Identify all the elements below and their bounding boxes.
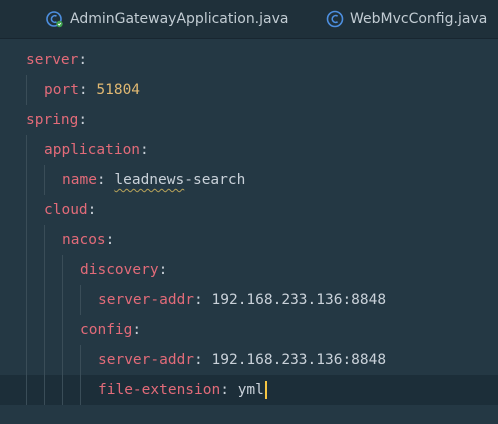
code-line[interactable]: port: 51804 — [44, 75, 140, 105]
yaml-value: 192.168.233.136:8848 — [211, 352, 387, 368]
yaml-value: 51804 — [96, 82, 141, 98]
yaml-key: application — [44, 142, 141, 158]
yaml-key: server-addr — [98, 292, 195, 308]
yaml-key: spring — [26, 112, 79, 128]
tab-label: AdminGatewayApplication.java — [70, 11, 289, 27]
editor-tab-bar: AdminGatewayApplication.java WebMvcConfi… — [0, 0, 498, 39]
code-line[interactable]: server-addr: 192.168.233.136:8848 — [98, 285, 386, 315]
indent-guide — [44, 165, 45, 195]
indent-guide — [80, 345, 81, 405]
yaml-editor[interactable]: server: port: 51804 spring: application:… — [0, 39, 498, 424]
yaml-colon: : — [78, 82, 97, 98]
yaml-value: 192.168.233.136:8848 — [211, 292, 387, 308]
yaml-colon: : — [87, 202, 97, 218]
code-line[interactable]: server: — [26, 45, 87, 75]
tab-web-mvc-config[interactable]: WebMvcConfig.java — [326, 0, 487, 38]
yaml-colon: : — [158, 262, 168, 278]
code-line[interactable]: application: — [44, 135, 149, 165]
spellcheck-typo-value: leadnews — [114, 172, 185, 188]
yaml-key: nacos — [62, 232, 106, 248]
code-line[interactable]: server-addr: 192.168.233.136:8848 — [98, 345, 386, 375]
text-caret — [264, 381, 267, 399]
indent-guide — [80, 285, 81, 315]
indent-guide — [62, 255, 63, 405]
tab-label: WebMvcConfig.java — [350, 11, 488, 27]
tab-admin-gateway-application[interactable]: AdminGatewayApplication.java — [46, 0, 288, 38]
code-line[interactable]: spring: — [26, 105, 87, 135]
yaml-key: server — [26, 52, 79, 68]
spring-boot-class-icon — [46, 10, 64, 28]
yaml-value: -search — [184, 172, 246, 188]
code-line[interactable]: cloud: — [44, 195, 96, 225]
yaml-colon: : — [78, 112, 88, 128]
yaml-colon: : — [96, 172, 115, 188]
code-line[interactable]: config: — [80, 315, 141, 345]
yaml-key: port — [44, 82, 79, 98]
yaml-colon: : — [140, 142, 149, 158]
yaml-colon: : — [105, 232, 115, 248]
indent-guide — [26, 75, 27, 105]
yaml-key: server-addr — [98, 352, 195, 368]
indent-guide — [44, 225, 45, 405]
yaml-key: name — [62, 172, 97, 188]
yaml-value: yml — [237, 382, 264, 398]
yaml-colon: : — [194, 352, 212, 368]
code-line[interactable]: name: leadnews-search — [62, 165, 245, 195]
yaml-colon: : — [132, 322, 142, 338]
code-line[interactable]: discovery: — [80, 255, 167, 285]
class-icon — [326, 10, 344, 28]
yaml-key: file-extension — [98, 382, 221, 398]
yaml-colon: : — [194, 292, 212, 308]
indent-guide — [26, 135, 27, 405]
yaml-colon: : — [220, 382, 238, 398]
yaml-key: discovery — [80, 262, 159, 278]
code-line[interactable]: file-extension: yml — [98, 375, 267, 405]
yaml-key: config — [80, 322, 133, 338]
yaml-colon: : — [78, 52, 88, 68]
yaml-key: cloud — [44, 202, 88, 218]
code-line[interactable]: nacos: — [62, 225, 114, 255]
